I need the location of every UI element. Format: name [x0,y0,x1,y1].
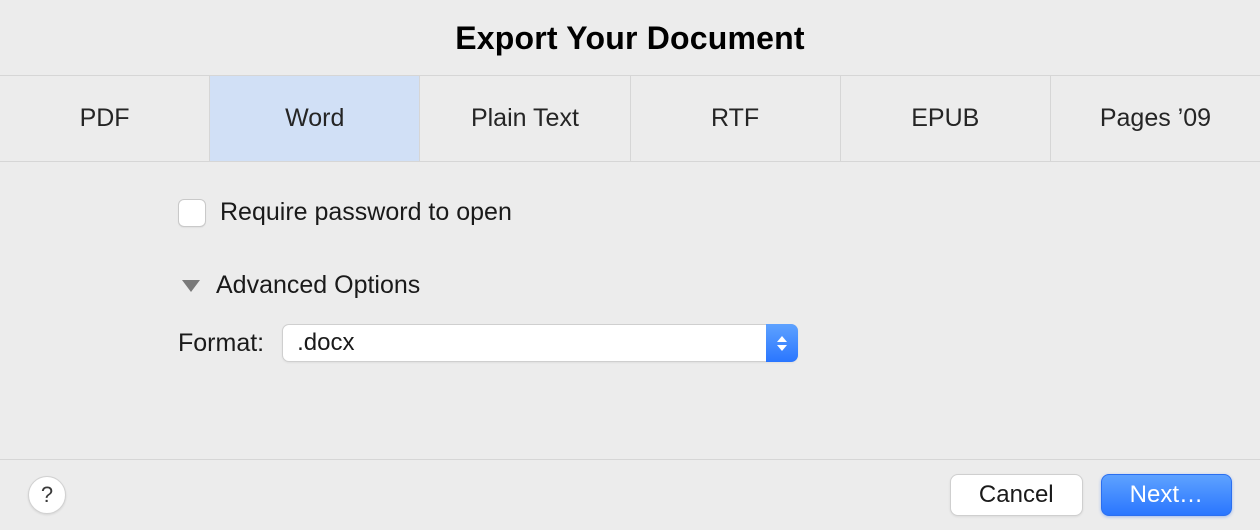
format-row: Format: .docx [178,324,1260,362]
tab-pages09[interactable]: Pages ’09 [1051,76,1260,161]
require-password-row: Require password to open [178,198,1260,227]
advanced-options-label: Advanced Options [216,271,420,300]
select-stepper-icon [766,324,798,362]
export-dialog: Export Your Document PDF Word Plain Text… [0,0,1260,530]
format-label: Format: [178,329,264,358]
tab-pdf[interactable]: PDF [0,76,210,161]
dialog-title: Export Your Document [0,20,1260,57]
format-tabs: PDF Word Plain Text RTF EPUB Pages ’09 [0,75,1260,162]
next-button[interactable]: Next… [1101,474,1232,516]
tab-epub[interactable]: EPUB [841,76,1051,161]
dialog-footer: ? Cancel Next… [0,459,1260,530]
tab-word[interactable]: Word [210,76,420,161]
format-select-value: .docx [282,324,798,362]
tab-rtf[interactable]: RTF [631,76,841,161]
dialog-header: Export Your Document [0,0,1260,75]
tab-plain-text[interactable]: Plain Text [420,76,630,161]
cancel-button[interactable]: Cancel [950,474,1083,516]
require-password-label: Require password to open [220,198,512,227]
format-select[interactable]: .docx [282,324,798,362]
disclosure-triangle-icon [182,280,200,292]
dialog-content: Require password to open Advanced Option… [0,162,1260,459]
require-password-checkbox[interactable] [178,199,206,227]
help-button[interactable]: ? [28,476,66,514]
advanced-options-toggle[interactable]: Advanced Options [178,271,1260,300]
